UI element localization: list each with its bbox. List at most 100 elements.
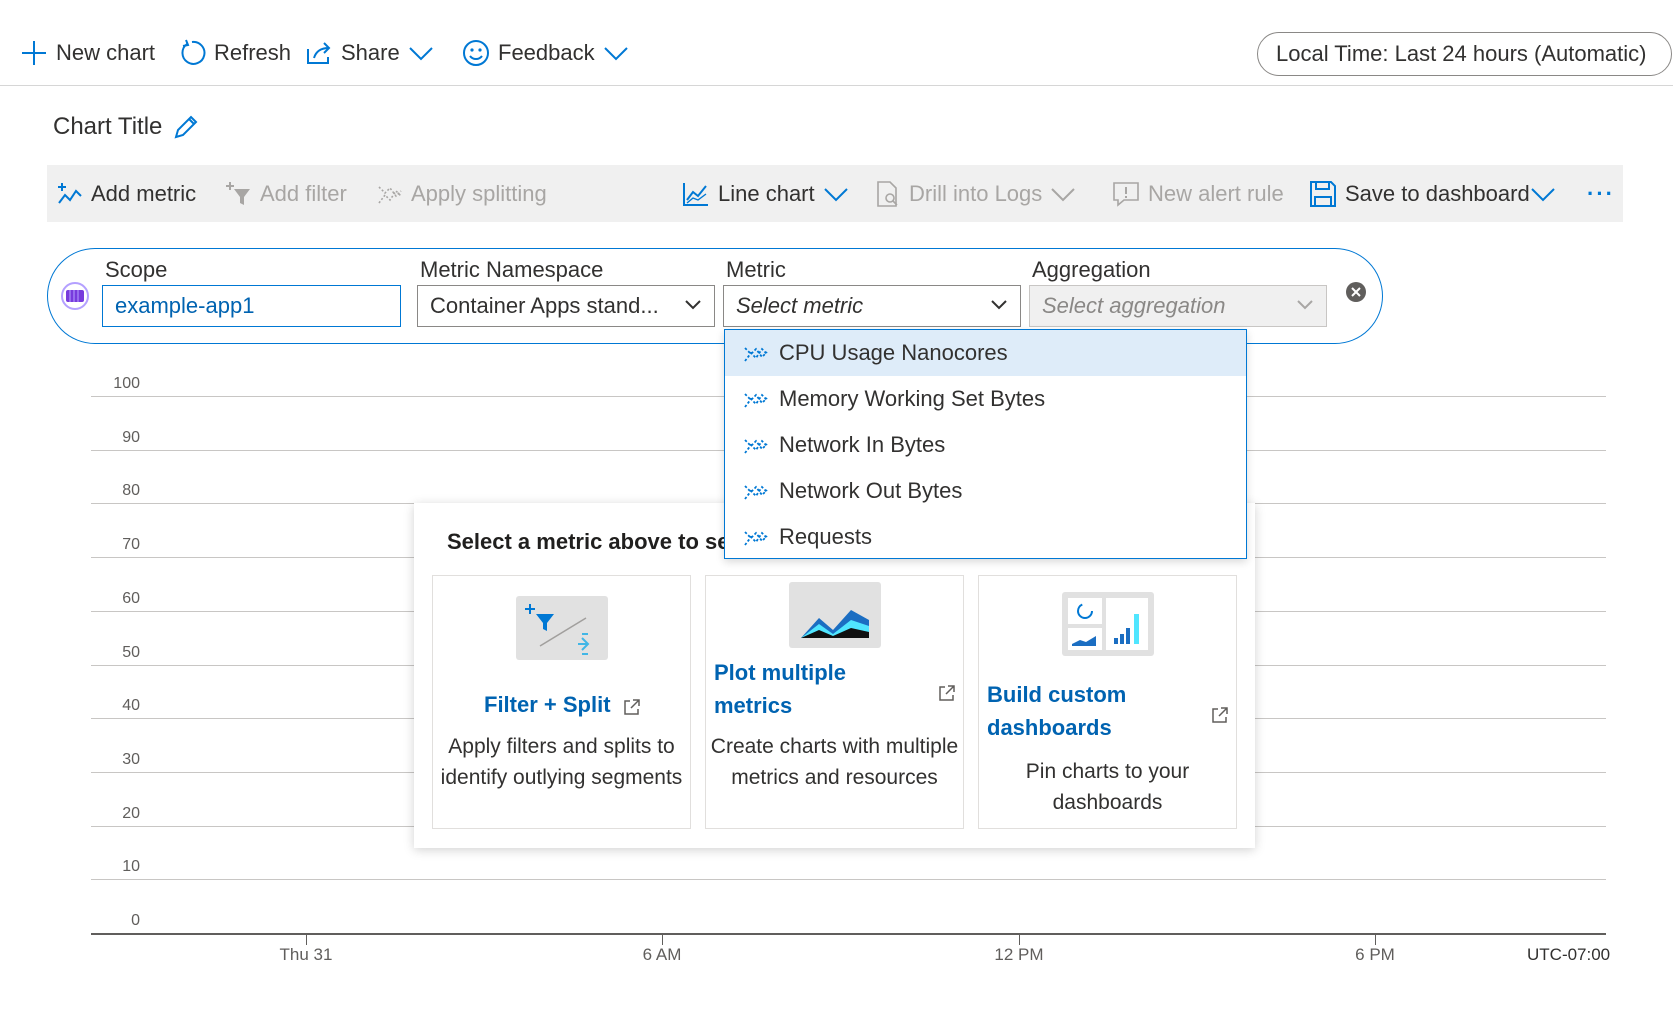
logs-icon: [877, 181, 898, 207]
metric-option-label: Network Out Bytes: [779, 478, 963, 503]
save-icon: [1310, 181, 1336, 207]
y-axis-tick-label: 10: [122, 858, 140, 875]
metric-icon: [744, 347, 768, 362]
drill-into-logs-button[interactable]: Drill into Logs: [875, 177, 1076, 211]
metric-namespace-value: Container Apps stand...: [430, 293, 659, 318]
metric-select[interactable]: Select metric: [723, 285, 1021, 327]
plot-multiple-metrics-description: Create charts with multiple metrics and …: [710, 735, 959, 789]
metric-option-network-in-bytes[interactable]: Network In Bytes: [725, 422, 1246, 468]
chart-title: Chart Title: [53, 110, 200, 144]
time-range-picker[interactable]: Local Time: Last 24 hours (Automatic): [1257, 32, 1672, 76]
metric-namespace-label: Metric Namespace: [420, 257, 604, 282]
alert-icon: [1113, 182, 1139, 207]
aggregation-label: Aggregation: [1032, 257, 1151, 282]
metric-option-label: CPU Usage Nanocores: [779, 340, 1008, 365]
filter-split-card[interactable]: Filter + Split Apply filters and splits …: [432, 575, 691, 829]
save-to-dashboard-label: Save to dashboard: [1345, 181, 1530, 206]
add-metric-icon: [58, 183, 82, 204]
y-axis-tick-label: 0: [131, 912, 140, 929]
info-panel-title: Select a metric above to se: [447, 529, 730, 554]
x-axis-line: [91, 933, 1606, 935]
chevron-down-icon: [685, 300, 701, 310]
refresh-button[interactable]: Refresh: [178, 36, 291, 70]
filter-icon: [226, 182, 250, 205]
plot-multiple-metrics-title[interactable]: Plot multiple metrics: [714, 656, 894, 722]
plus-icon: [22, 41, 46, 65]
aggregation-select[interactable]: Select aggregation: [1029, 285, 1327, 327]
metric-label: Metric: [726, 257, 786, 282]
build-custom-dashboards-title[interactable]: Build custom dashboards: [987, 678, 1167, 744]
external-link-icon[interactable]: [623, 698, 641, 716]
line-chart-icon: [683, 183, 708, 206]
y-axis-tick-label: 80: [122, 482, 140, 499]
x-axis-tick: [1375, 935, 1376, 945]
new-chart-button[interactable]: New chart: [20, 36, 155, 70]
new-chart-label: New chart: [56, 40, 156, 65]
new-alert-rule-label: New alert rule: [1148, 181, 1284, 206]
build-dashboards-illustration: [1062, 592, 1154, 656]
y-axis-tick-label: 90: [122, 429, 140, 446]
more-options-button[interactable]: ···: [1587, 177, 1615, 211]
x-axis-tick-label: 6 AM: [642, 945, 682, 964]
add-metric-button[interactable]: Add metric: [57, 177, 196, 211]
metric-icon: [744, 531, 768, 546]
metric-namespace-select[interactable]: Container Apps stand...: [417, 285, 715, 327]
metric-option-requests[interactable]: Requests: [725, 514, 1246, 560]
add-metric-label: Add metric: [91, 181, 197, 206]
external-link-icon[interactable]: [1211, 706, 1229, 724]
y-axis-tick-label: 40: [122, 697, 140, 714]
remove-metric-icon[interactable]: [1345, 281, 1367, 303]
scope-input[interactable]: example-app1: [102, 285, 401, 327]
chevron-down-icon: [991, 300, 1007, 310]
metric-option-network-out-bytes[interactable]: Network Out Bytes: [725, 468, 1246, 514]
smiley-icon: [463, 40, 489, 66]
metric-icon: [744, 439, 768, 454]
add-filter-button[interactable]: Add filter: [226, 177, 347, 211]
gridline: [91, 879, 1606, 880]
apply-splitting-button[interactable]: Apply splitting: [377, 177, 547, 211]
x-axis-tick: [662, 935, 663, 945]
metric-option-label: Memory Working Set Bytes: [779, 386, 1046, 411]
x-axis-tick-label: Thu 31: [279, 945, 333, 964]
chevron-down-icon: [1530, 188, 1555, 202]
drill-into-logs-label: Drill into Logs: [909, 181, 1043, 206]
share-icon: [307, 42, 331, 64]
new-alert-rule-button[interactable]: New alert rule: [1112, 177, 1284, 211]
y-axis-tick-label: 50: [122, 644, 140, 661]
filter-split-description: Apply filters and splits to identify out…: [440, 735, 683, 789]
build-custom-dashboards-card[interactable]: Build custom dashboards Pin charts to yo…: [978, 575, 1237, 829]
aggregation-placeholder: Select aggregation: [1042, 293, 1226, 318]
feedback-label: Feedback: [498, 40, 595, 65]
y-axis-tick-label: 30: [122, 751, 140, 768]
y-axis-tick-label: 70: [122, 536, 140, 553]
metric-dropdown-list: CPU Usage Nanocores Memory Working Set B…: [724, 329, 1247, 559]
metric-icon: [744, 485, 768, 500]
metric-option-label: Requests: [779, 524, 872, 549]
external-link-icon[interactable]: [938, 684, 956, 702]
x-axis-tick-label: 6 PM: [1355, 945, 1395, 964]
metric-placeholder: Select metric: [736, 293, 864, 318]
add-filter-label: Add filter: [260, 181, 347, 206]
x-axis-tick-label: 12 PM: [994, 945, 1044, 964]
feedback-button[interactable]: Feedback: [462, 36, 629, 70]
chevron-down-icon: [409, 47, 433, 61]
share-button[interactable]: Share: [305, 36, 434, 70]
save-to-dashboard-dropdown[interactable]: Save to dashboard: [1309, 177, 1556, 211]
y-axis-tick-label: 60: [122, 590, 140, 607]
build-custom-dashboards-description: Pin charts to your dashboards: [1025, 760, 1190, 814]
chart-toolbar: Add metric Add filter Apply splitting Li…: [47, 165, 1623, 222]
apply-splitting-label: Apply splitting: [411, 181, 547, 206]
line-chart-label: Line chart: [718, 181, 815, 206]
plot-multiple-metrics-card[interactable]: Plot multiple metrics Create charts with…: [705, 575, 964, 829]
filter-split-title[interactable]: Filter + Split: [484, 688, 611, 721]
chevron-down-icon: [1051, 188, 1075, 202]
plot-multiple-metrics-illustration: [789, 582, 881, 648]
metric-option-memory-working-set-bytes[interactable]: Memory Working Set Bytes: [725, 376, 1246, 422]
container-app-icon: [61, 282, 89, 310]
command-bar: New chart Refresh Share Feedback Local T…: [0, 0, 1673, 86]
line-chart-dropdown[interactable]: Line chart: [682, 177, 849, 211]
edit-pencil-icon[interactable]: [172, 113, 200, 141]
x-axis-tick: [306, 935, 307, 945]
timezone-label: UTC-07:00: [1527, 945, 1611, 964]
metric-option-cpu-usage-nanocores[interactable]: CPU Usage Nanocores: [725, 330, 1246, 376]
